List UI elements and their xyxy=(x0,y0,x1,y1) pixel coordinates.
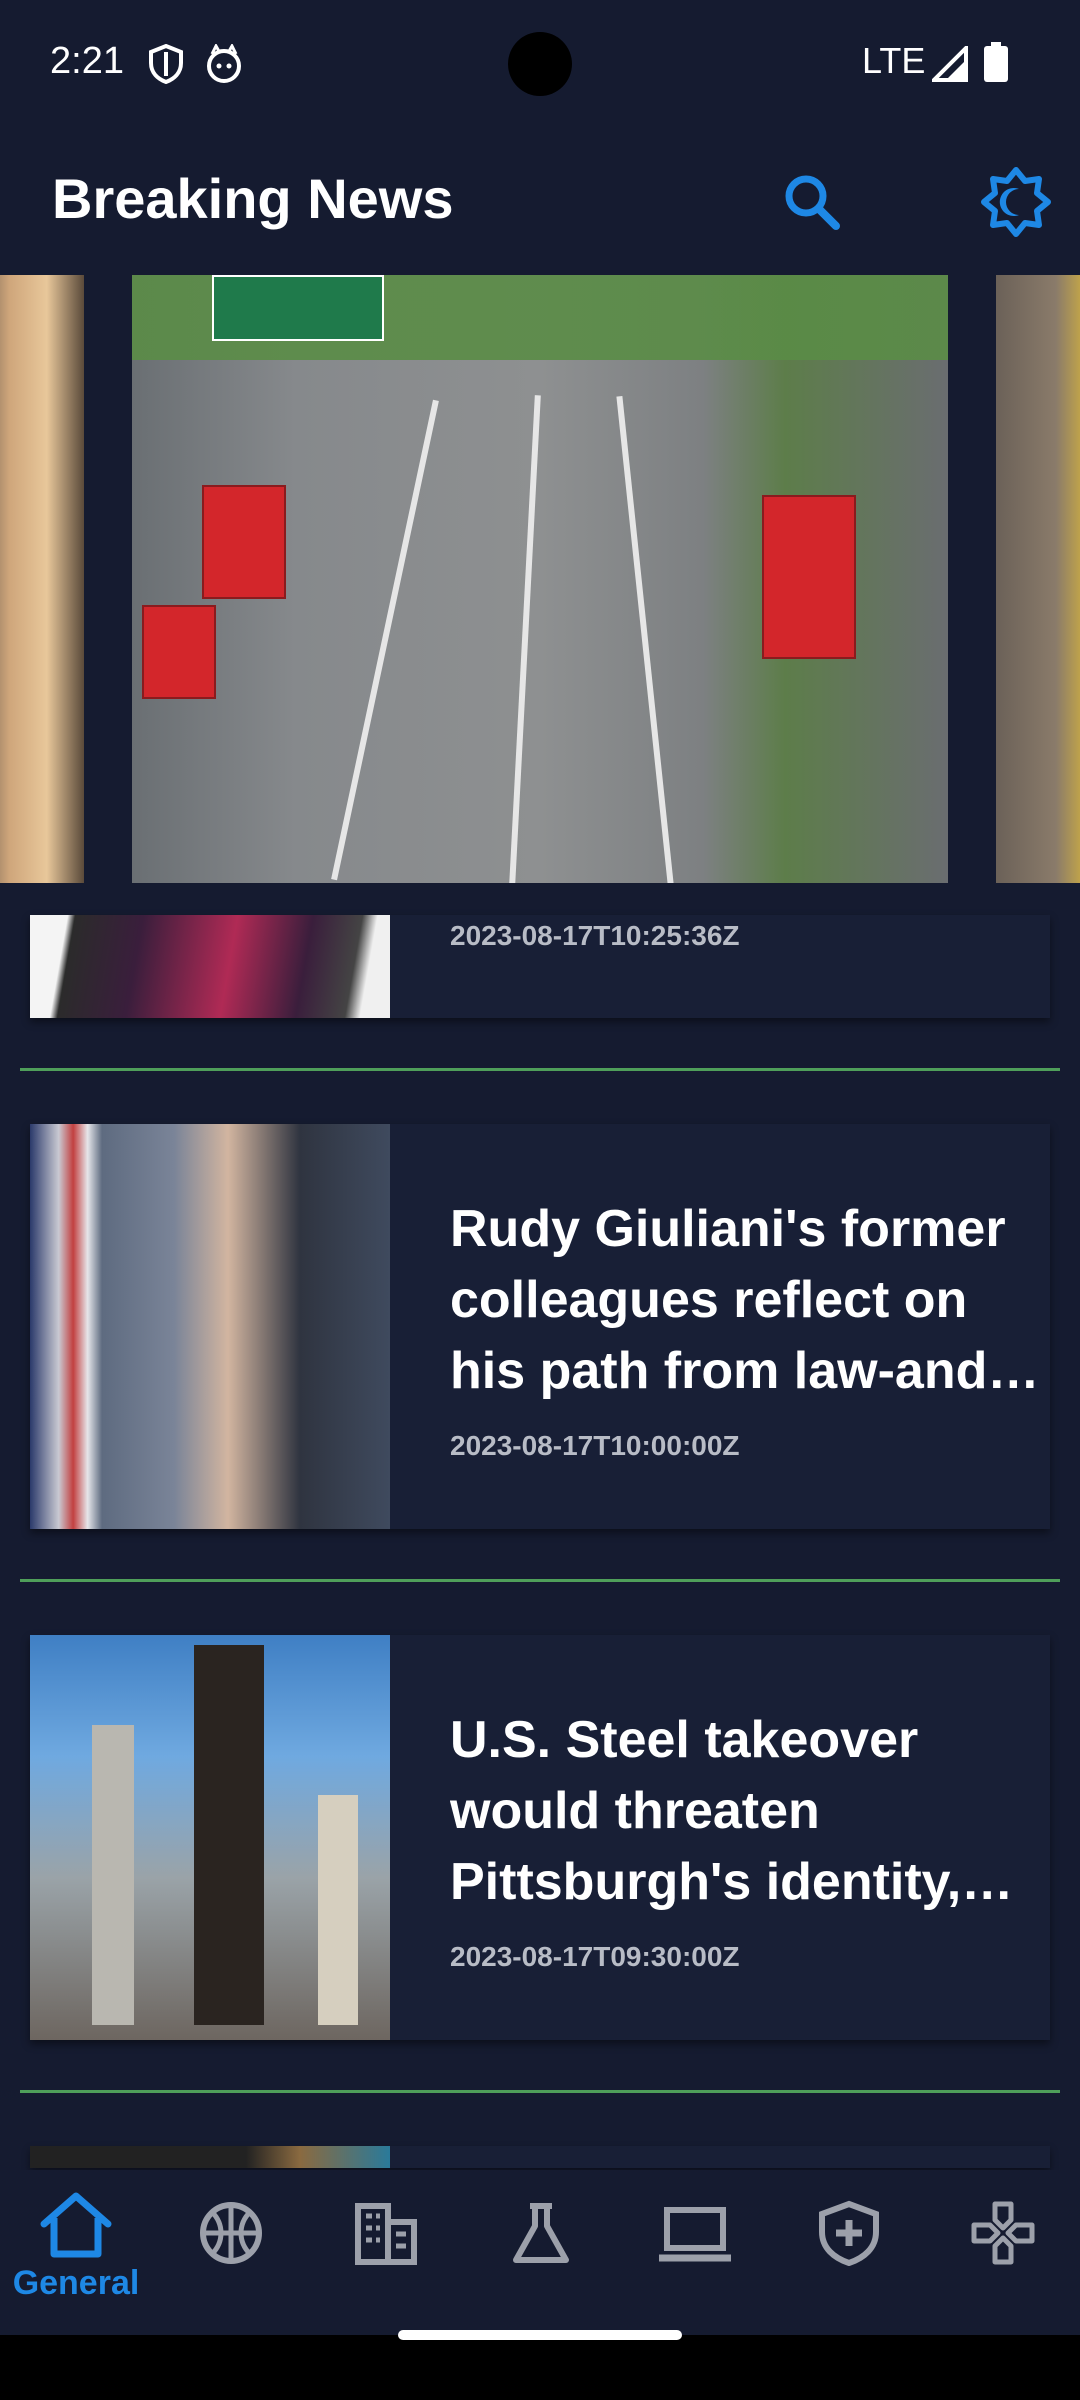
search-icon xyxy=(785,175,840,230)
network-type: LTE xyxy=(862,40,926,81)
article-date: 2023-08-17T10:00:00Z xyxy=(450,1430,740,1461)
search-button[interactable] xyxy=(772,162,852,242)
skyscraper-image-detail xyxy=(318,1795,358,2025)
article-date: 2023-08-17T10:25:36Z xyxy=(450,920,740,951)
article-thumbnail xyxy=(30,915,390,1018)
headline-carousel[interactable] xyxy=(0,275,1080,883)
science-icon xyxy=(513,2203,569,2263)
road-marking xyxy=(509,395,541,883)
business-icon xyxy=(355,2203,417,2265)
nav-item-sports[interactable] xyxy=(156,2200,306,2320)
article-card[interactable] xyxy=(30,2146,1050,2168)
divider xyxy=(20,2090,1060,2093)
article-thumbnail xyxy=(30,1635,390,2040)
nav-item-entertainment[interactable] xyxy=(928,2200,1078,2320)
laptop-icon xyxy=(659,2207,731,2262)
fire-truck-image-detail xyxy=(762,495,856,659)
cat-status-icon xyxy=(204,42,244,89)
basketball-icon xyxy=(200,2202,262,2264)
article-title: Rudy Giuliani's former colleagues reflec… xyxy=(450,1200,1006,1400)
nav-item-general[interactable]: General xyxy=(1,2190,151,2310)
status-time: 2:21 xyxy=(50,40,124,82)
road-marking xyxy=(616,396,674,883)
carousel-image-previous[interactable] xyxy=(0,275,84,883)
theme-toggle-button[interactable] xyxy=(976,162,1056,242)
road-marking xyxy=(331,399,439,881)
nav-item-science[interactable] xyxy=(466,2200,616,2320)
carousel-image-current[interactable] xyxy=(132,275,948,883)
health-icon xyxy=(819,2200,879,2266)
camera-cutout xyxy=(508,32,572,96)
divider xyxy=(20,1068,1060,1071)
system-navigation-bar xyxy=(0,2335,1080,2400)
brightness-icon xyxy=(981,167,1051,237)
shield-status-icon xyxy=(148,43,184,89)
status-bar: 2:21 LTE xyxy=(0,0,1080,130)
article-date: 2023-08-17T09:30:00Z xyxy=(450,1941,740,1972)
article-title: U.S. Steel takeover would threaten Pitts… xyxy=(450,1711,962,1911)
skyscraper-image-detail xyxy=(194,1645,264,2025)
divider xyxy=(20,1579,1060,1582)
article-card[interactable]: 2023-08-17T10:25:36Z xyxy=(30,915,1050,1018)
gamepad-icon xyxy=(971,2201,1035,2265)
signal-icon xyxy=(929,43,968,87)
fire-truck-image-detail xyxy=(202,485,286,599)
nav-item-health[interactable] xyxy=(774,2200,924,2320)
home-icon xyxy=(40,2192,112,2258)
nav-label-general: General xyxy=(12,2264,140,2302)
article-thumbnail xyxy=(30,2146,390,2168)
article-thumbnail xyxy=(30,1124,390,1529)
fire-truck-image-detail xyxy=(142,605,216,699)
article-card[interactable]: Rudy Giuliani's former colleagues reflec… xyxy=(30,1124,1050,1529)
nav-item-business[interactable] xyxy=(311,2200,461,2320)
nav-item-technology[interactable] xyxy=(620,2200,770,2320)
article-card[interactable]: U.S. Steel takeover would threaten Pitts… xyxy=(30,1635,1050,2040)
skyscraper-image-detail xyxy=(92,1725,134,2025)
page-title: Breaking News xyxy=(52,167,454,230)
bottom-navigation: General xyxy=(0,2170,1080,2335)
road-sign-image-detail xyxy=(212,275,384,341)
battery-icon xyxy=(984,42,1008,87)
carousel-image-next[interactable] xyxy=(996,275,1080,883)
gesture-handle[interactable] xyxy=(398,2330,682,2340)
